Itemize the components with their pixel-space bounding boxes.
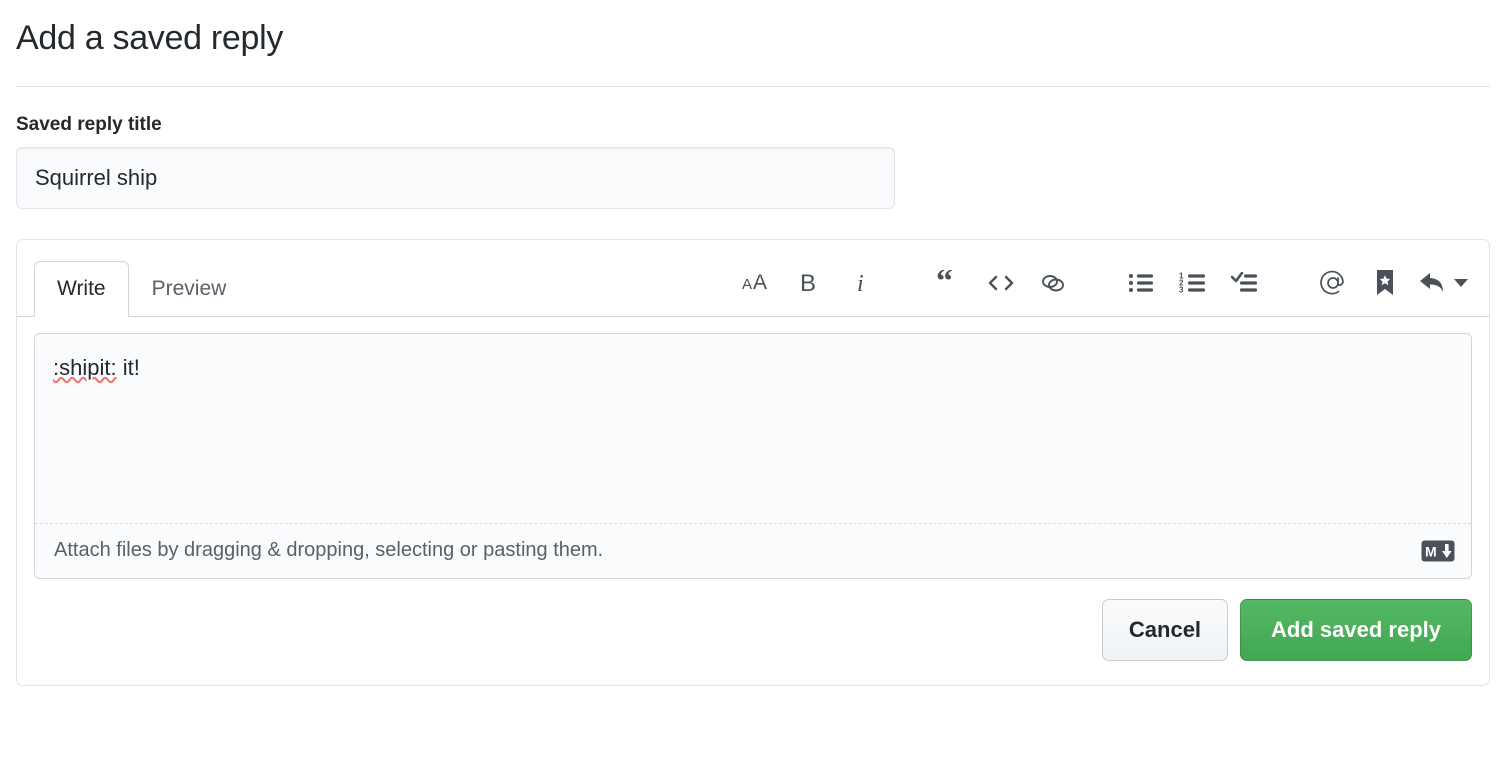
markdown-icon[interactable]: M xyxy=(1421,540,1455,562)
write-area: :shipit: it! Attach files by dragging & … xyxy=(17,317,1489,579)
textarea-resize-handle[interactable] xyxy=(1448,501,1466,519)
svg-text:M: M xyxy=(1425,543,1437,559)
toolbar-group-references xyxy=(1307,264,1472,302)
add-saved-reply-button[interactable]: Add saved reply xyxy=(1240,598,1472,661)
attach-files-text: Attach files by dragging & dropping, sel… xyxy=(54,539,604,561)
add-saved-reply-page: Add a saved reply Saved reply title Writ… xyxy=(0,0,1506,780)
svg-text:A: A xyxy=(753,271,767,294)
italic-icon[interactable]: i xyxy=(842,264,880,302)
comment-text-rest: it! xyxy=(116,354,140,380)
mention-icon[interactable] xyxy=(1314,264,1352,302)
title-divider xyxy=(16,85,1490,87)
comment-textarea-wrapper: :shipit: it! Attach files by dragging & … xyxy=(34,332,1472,579)
toolbar-group-text-style: A A B i xyxy=(731,264,887,302)
svg-text:A: A xyxy=(742,276,752,293)
comment-box: Write Preview A A B i “ 1 2 3:shipit: i… xyxy=(16,238,1490,686)
task-list-icon[interactable] xyxy=(1226,264,1264,302)
tab-list: Write Preview xyxy=(34,240,250,317)
comment-text-misspelled: :shipit: xyxy=(53,354,117,380)
saved-reply-icon[interactable] xyxy=(1366,264,1404,302)
ordered-list-icon[interactable]: 1 2 3 xyxy=(1174,264,1212,302)
toolbar-group-lists: 1 2 3 xyxy=(1115,264,1271,302)
saved-reply-title-label: Saved reply title xyxy=(16,113,162,135)
svg-text:“: “ xyxy=(936,270,953,296)
cancel-button[interactable]: Cancel xyxy=(1101,598,1229,661)
link-icon[interactable] xyxy=(1034,264,1072,302)
chevron-down-icon xyxy=(1454,278,1468,287)
svg-text:B: B xyxy=(800,270,816,296)
comment-box-tab-row: Write Preview A A B i “ 1 2 3 xyxy=(17,240,1489,317)
code-icon[interactable] xyxy=(982,264,1020,302)
svg-text:i: i xyxy=(857,271,864,296)
tab-preview[interactable]: Preview xyxy=(129,261,250,317)
markdown-toolbar: A A B i “ 1 2 3 xyxy=(731,264,1472,316)
attach-files-bar: Attach files by dragging & dropping, sel… xyxy=(35,523,1471,578)
tab-write[interactable]: Write xyxy=(34,260,129,317)
page-title: Add a saved reply xyxy=(16,19,284,57)
form-actions: Cancel Add saved reply xyxy=(17,579,1489,685)
saved-reply-title-input[interactable] xyxy=(16,146,895,209)
heading-icon[interactable]: A A xyxy=(738,264,776,302)
comment-textarea[interactable]: :shipit: it! xyxy=(35,333,1471,524)
bold-icon[interactable]: B xyxy=(790,264,828,302)
svg-text:3: 3 xyxy=(1179,285,1184,294)
reply-icon[interactable] xyxy=(1418,270,1468,296)
unordered-list-icon[interactable] xyxy=(1122,264,1160,302)
quote-icon[interactable]: “ xyxy=(930,264,968,302)
toolbar-group-insert: “ xyxy=(923,264,1079,302)
